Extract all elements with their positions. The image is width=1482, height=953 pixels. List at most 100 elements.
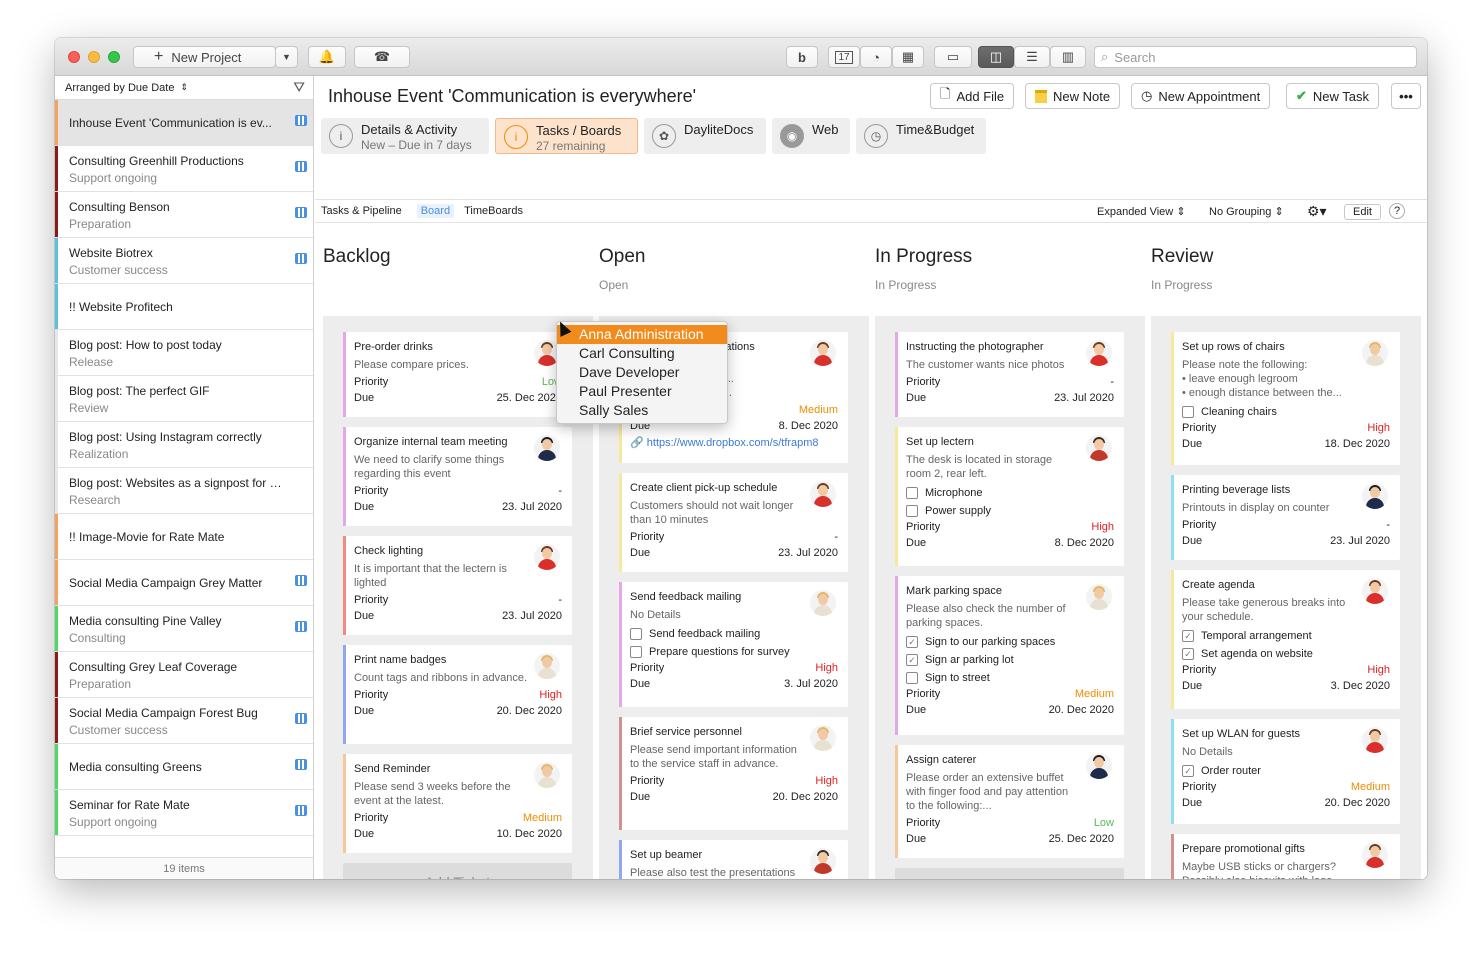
checkbox[interactable] <box>630 628 642 640</box>
sidebar-toggle-button[interactable]: ▭ <box>934 46 972 68</box>
task-card[interactable]: Mark parking space Please also check the … <box>895 576 1124 735</box>
new-note-button[interactable]: New Note <box>1025 83 1121 109</box>
grouping-selector[interactable]: No Grouping ⇕ <box>1209 205 1284 218</box>
task-card[interactable]: Create agenda Please take generous breaks… <box>1171 570 1400 709</box>
checklist-item[interactable]: Prepare questions for survey <box>630 646 838 658</box>
boards-button[interactable]: ▦ <box>892 46 924 68</box>
assignee-avatar[interactable] <box>1086 340 1112 366</box>
assignee-avatar[interactable] <box>810 725 836 751</box>
assignee-avatar[interactable] <box>1086 435 1112 461</box>
sidebar-project-item[interactable]: !! Website Profitech <box>55 284 313 330</box>
subtab-timeboards[interactable]: TimeBoards <box>464 205 523 217</box>
assignee-menu-item[interactable]: Sally Sales <box>557 401 727 420</box>
more-actions-button[interactable]: ••• <box>1391 83 1421 109</box>
calendar-button[interactable]: 17 <box>828 46 860 68</box>
edit-button[interactable]: Edit <box>1344 204 1381 220</box>
task-card[interactable]: Set up lectern The desk is located in sto… <box>895 427 1124 566</box>
checkbox-checked-icon[interactable]: ✓ <box>1182 765 1194 777</box>
sidebar-project-item[interactable]: Consulting Benson Preparation <box>55 192 313 238</box>
assignee-avatar[interactable] <box>1362 578 1388 604</box>
split-view-button[interactable]: ◫ <box>978 46 1014 68</box>
sort-selector[interactable]: Arranged by Due Date ⇕ ⛛ <box>55 76 313 100</box>
task-card[interactable]: Organize internal team meeting We need to… <box>343 427 572 526</box>
assignee-menu-item[interactable]: Dave Developer <box>557 363 727 382</box>
filter-icon[interactable]: ⛛ <box>293 79 305 96</box>
timer-button[interactable]: ◔ <box>860 46 892 68</box>
task-card[interactable]: Send Reminder Please send 3 weeks before … <box>343 754 572 853</box>
tab-daylitedocs[interactable]: ✿ DayliteDocs <box>644 118 766 154</box>
checklist-item[interactable]: Microphone <box>906 487 1114 499</box>
tab-details-activity[interactable]: i Details & Activity New – Due in 7 days <box>321 118 489 154</box>
assignee-avatar[interactable] <box>534 435 560 461</box>
task-card[interactable]: Set up beamer Please also test the presen… <box>619 840 848 879</box>
search-field[interactable]: ⌕ Search <box>1094 46 1417 68</box>
minimize-window-button[interactable] <box>88 51 100 63</box>
sidebar-project-item[interactable]: Consulting Grey Leaf Coverage Preparation <box>55 652 313 698</box>
subtab-board[interactable]: Board <box>416 204 455 218</box>
task-card[interactable]: Set up WLAN for guests No Details ✓ Order r… <box>1171 719 1400 824</box>
zoom-window-button[interactable] <box>108 51 120 63</box>
checklist-item[interactable]: Cleaning chairs <box>1182 406 1390 418</box>
list-view-button[interactable]: ☰ <box>1014 46 1050 68</box>
task-card[interactable]: Assign caterer Please order an extensive … <box>895 745 1124 858</box>
new-project-button[interactable]: + New Project <box>133 46 276 68</box>
checklist-item[interactable]: ✓ Temporal arrangement <box>1182 630 1390 642</box>
checklist-item[interactable]: ✓ Set agenda on website <box>1182 648 1390 660</box>
checkbox[interactable] <box>630 646 642 658</box>
new-appointment-button[interactable]: ◷ New Appointment <box>1131 83 1271 109</box>
assignee-avatar[interactable] <box>1086 753 1112 779</box>
sidebar-project-item[interactable]: Seminar for Rate Mate Support ongoing <box>55 790 313 836</box>
gear-icon[interactable]: ⚙▾ <box>1307 203 1327 220</box>
checklist-item[interactable]: ✓ Sign ar parking lot <box>906 654 1114 666</box>
new-project-dropdown-button[interactable]: ▼ <box>275 46 298 68</box>
add-ticket-button[interactable]: Add Ticket <box>895 868 1124 879</box>
assignee-avatar[interactable] <box>1362 842 1388 868</box>
tab-tasks-boards[interactable]: i Tasks / Boards 27 remaining <box>495 118 638 154</box>
assignee-menu-item[interactable]: Carl Consulting <box>557 344 727 363</box>
task-card[interactable]: Brief service personnel Please send impor… <box>619 717 848 830</box>
sidebar-project-item[interactable]: Media consulting Pine Valley Consulting <box>55 606 313 652</box>
assignee-avatar[interactable] <box>1362 483 1388 509</box>
sidebar-project-item[interactable]: Blog post: Using Instagram correctly Real… <box>55 422 313 468</box>
task-card[interactable]: Create client pick-up schedule Customers … <box>619 473 848 572</box>
checkbox[interactable] <box>906 672 918 684</box>
checkbox[interactable] <box>1182 406 1194 418</box>
assignee-avatar[interactable] <box>810 340 836 366</box>
assignee-avatar[interactable] <box>810 481 836 507</box>
checklist-item[interactable]: ✓ Sign to our parking spaces <box>906 636 1114 648</box>
close-window-button[interactable] <box>68 51 80 63</box>
sidebar-project-item[interactable]: Blog post: The perfect GIF Review <box>55 376 313 422</box>
task-card[interactable]: Print name badges Count tags and ribbons … <box>343 645 572 744</box>
sidebar-project-item[interactable]: !! Image-Movie for Rate Mate <box>55 514 313 560</box>
checkbox-checked-icon[interactable]: ✓ <box>1182 648 1194 660</box>
task-card[interactable]: Send feedback mailing No Details Send feed… <box>619 582 848 707</box>
assignee-avatar[interactable] <box>810 590 836 616</box>
assignee-avatar[interactable] <box>534 653 560 679</box>
help-button[interactable]: ? <box>1389 203 1405 219</box>
sidebar-project-item[interactable]: Blog post: How to post today Release <box>55 330 313 376</box>
checkbox-checked-icon[interactable]: ✓ <box>1182 630 1194 642</box>
assignee-avatar[interactable] <box>1086 584 1112 610</box>
add-ticket-button[interactable]: Add Ticket <box>343 863 572 879</box>
task-card[interactable]: Printing beverage lists Printouts in disp… <box>1171 475 1400 560</box>
subtab-tasks-pipeline[interactable]: Tasks & Pipeline <box>321 205 402 217</box>
assignee-avatar[interactable] <box>1362 340 1388 366</box>
checkbox-checked-icon[interactable]: ✓ <box>906 654 918 666</box>
notifications-button[interactable]: 🔔 <box>308 46 346 68</box>
assignee-avatar[interactable] <box>1362 727 1388 753</box>
sidebar-project-item[interactable]: Blog post: Websites as a signpost for th… <box>55 468 313 514</box>
task-card[interactable]: Check lighting It is important that the l… <box>343 536 572 635</box>
report-view-button[interactable]: ▥ <box>1050 46 1086 68</box>
assignee-menu-item[interactable]: Anna Administration <box>557 325 727 344</box>
new-task-button[interactable]: ✔ New Task <box>1286 83 1380 109</box>
assignee-avatar[interactable] <box>534 544 560 570</box>
sidebar-project-item[interactable]: Media consulting Greens <box>55 744 313 790</box>
checkbox[interactable] <box>906 487 918 499</box>
daylite-button[interactable]: b <box>786 46 818 68</box>
sidebar-project-item[interactable]: Consulting Greenhill Productions Support … <box>55 146 313 192</box>
checklist-item[interactable]: Power supply <box>906 505 1114 517</box>
checklist-item[interactable]: Sign to street <box>906 672 1114 684</box>
task-card[interactable]: Pre-order drinks Please compare prices. Pr… <box>343 332 572 417</box>
checklist-item[interactable]: ✓ Order router <box>1182 765 1390 777</box>
sidebar-project-item[interactable]: Inhouse Event 'Communication is ev... <box>55 100 313 146</box>
